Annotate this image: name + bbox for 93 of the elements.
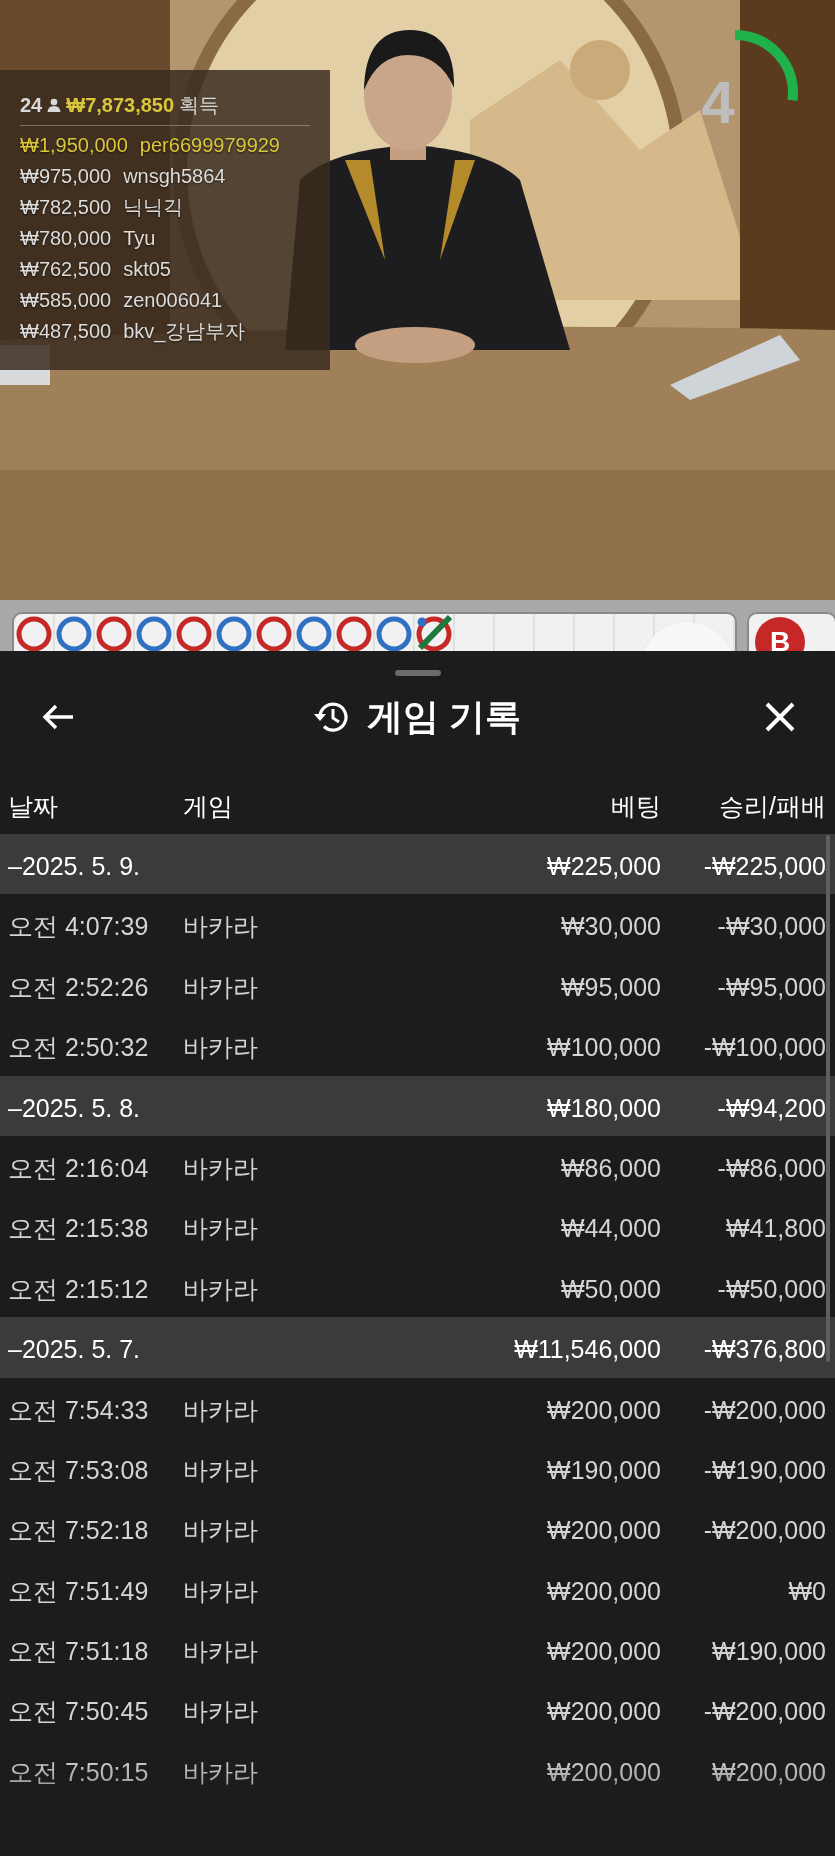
table-cell-text: ₩30,000: [560, 911, 661, 943]
table-cell-text: ₩200,000: [547, 1515, 661, 1547]
column-header: 게임: [183, 791, 233, 822]
win-amount: ₩1,950,000: [20, 133, 128, 157]
table-cell-text: 오전 2:15:38: [8, 1213, 149, 1245]
player-name: skt05: [123, 257, 171, 281]
table-cell-text: ₩86,000: [560, 1152, 661, 1184]
player-name: per6699979929: [139, 133, 280, 157]
group-bet-total: ₩225,000: [547, 851, 661, 882]
table-cell-text: 오전 7:51:18: [8, 1636, 149, 1668]
group-bet-total: ₩180,000: [547, 1092, 661, 1124]
table-cell-text: -₩190,000: [703, 1454, 826, 1486]
table-cell-text: 바카라: [183, 1636, 258, 1668]
table-cell-text: 오전 2:50:32: [8, 1032, 149, 1064]
player-name: bkv_강남부자: [123, 319, 246, 343]
person-icon: [47, 98, 62, 112]
bead-mark: [416, 614, 453, 651]
win-amount: ₩762,500: [20, 257, 112, 281]
group-bet-total: ₩11,546,000: [514, 1334, 661, 1366]
table-cell-text: ₩200,000: [712, 1756, 826, 1788]
table-cell-text: ₩0: [788, 1575, 826, 1607]
table-cell-text: 바카라: [183, 1394, 258, 1426]
table-cell-text: 바카라: [183, 1273, 258, 1305]
column-header: 날짜: [8, 791, 58, 822]
table-cell-text: 바카라: [183, 1575, 258, 1607]
table-cell-text: -₩86,000: [717, 1152, 826, 1184]
player-name: 닉닉긱: [123, 195, 184, 219]
table-cell-text: -₩200,000: [703, 1696, 826, 1728]
table-cell-text: 바카라: [183, 971, 258, 1003]
win-amount: ₩975,000: [20, 164, 112, 188]
total-winnings: ₩7,873,850: [66, 93, 175, 118]
group-result-total: -₩376,800: [703, 1334, 826, 1366]
scrollbar[interactable]: [826, 835, 830, 1362]
table-cell-text: -₩95,000: [717, 971, 826, 1003]
table-cell-text: 바카라: [183, 1032, 258, 1064]
group-result-total: -₩225,000: [703, 851, 826, 882]
table-cell-text: ₩95,000: [560, 971, 661, 1003]
table-cell-text: -₩200,000: [703, 1394, 826, 1426]
table-cell-text: ₩200,000: [547, 1756, 661, 1788]
table-cell-text: 오전 7:53:08: [8, 1454, 149, 1486]
table-cell-text: 오전 7:51:49: [8, 1575, 149, 1607]
close-icon: [764, 701, 796, 733]
table-cell-text: -₩50,000: [717, 1273, 826, 1305]
countdown-number: 4: [701, 73, 735, 133]
group-date: –2025. 5. 8.: [8, 1092, 141, 1124]
back-arrow-icon: [41, 703, 75, 731]
win-amount: ₩487,500: [20, 319, 112, 343]
table-cell-text: 바카라: [183, 911, 258, 943]
date-group-row[interactable]: –2025. 5. 7. ₩11,546,000 -₩376,800: [0, 1317, 835, 1378]
table-cell-text: 오전 7:54:33: [8, 1394, 149, 1426]
player-name: Tyu: [123, 226, 156, 250]
date-group-row[interactable]: –2025. 5. 9. ₩225,000 -₩225,000: [0, 834, 835, 895]
table-cell-text: 오전 7:52:18: [8, 1515, 149, 1547]
table-cell-text: 바카라: [183, 1515, 258, 1547]
table-cell-text: ₩190,000: [547, 1454, 661, 1486]
table-cell-text: 바카라: [183, 1756, 258, 1788]
table-cell-text: 바카라: [183, 1213, 258, 1245]
table-cell-text: 오전 4:07:39: [8, 911, 149, 943]
sheet-title: 게임 기록: [367, 695, 522, 739]
group-date: –2025. 5. 7.: [8, 1334, 141, 1366]
table-cell-text: ₩44,000: [560, 1213, 661, 1245]
table-cell-text: 바카라: [183, 1696, 258, 1728]
group-result-total: -₩94,200: [717, 1092, 826, 1124]
column-header: 승리/패배: [719, 791, 826, 822]
player-count: 24: [20, 93, 43, 118]
table-cell-text: 오전 7:50:45: [8, 1696, 149, 1728]
table-cell-text: -₩200,000: [703, 1515, 826, 1547]
win-amount: ₩782,500: [20, 195, 112, 219]
table-cell-text: ₩50,000: [560, 1273, 661, 1305]
win-amount: ₩780,000: [20, 226, 112, 250]
group-date: –2025. 5. 9.: [8, 851, 141, 882]
table-cell-text: ₩200,000: [547, 1394, 661, 1426]
table-cell-text: ₩200,000: [547, 1696, 661, 1728]
player-name: wnsgh5864: [123, 164, 226, 188]
table-cell-text: 오전 2:16:04: [8, 1152, 149, 1184]
table-cell-text: -₩100,000: [703, 1032, 826, 1064]
table-cell-text: 오전 2:52:26: [8, 971, 149, 1003]
table-cell-text: 바카라: [183, 1152, 258, 1184]
table-cell-text: ₩190,000: [712, 1636, 826, 1668]
date-group-row[interactable]: –2025. 5. 8. ₩180,000 -₩94,200: [0, 1075, 835, 1136]
table-cell-text: ₩200,000: [547, 1575, 661, 1607]
table-cell-text: ₩41,800: [725, 1213, 826, 1245]
player-name: zen006041: [123, 288, 223, 312]
win-amount: ₩585,000: [20, 288, 112, 312]
column-header: 베팅: [611, 791, 661, 822]
table-cell-text: -₩30,000: [717, 911, 826, 943]
table-cell-text: ₩100,000: [547, 1032, 661, 1064]
drag-handle[interactable]: [394, 670, 441, 676]
table-cell-text: ₩200,000: [547, 1636, 661, 1668]
table-cell-text: 오전 2:15:12: [8, 1273, 149, 1305]
winnings-label: 획득: [179, 93, 220, 118]
table-cell-text: 오전 7:50:15: [8, 1756, 149, 1788]
table-cell-text: 바카라: [183, 1454, 258, 1486]
